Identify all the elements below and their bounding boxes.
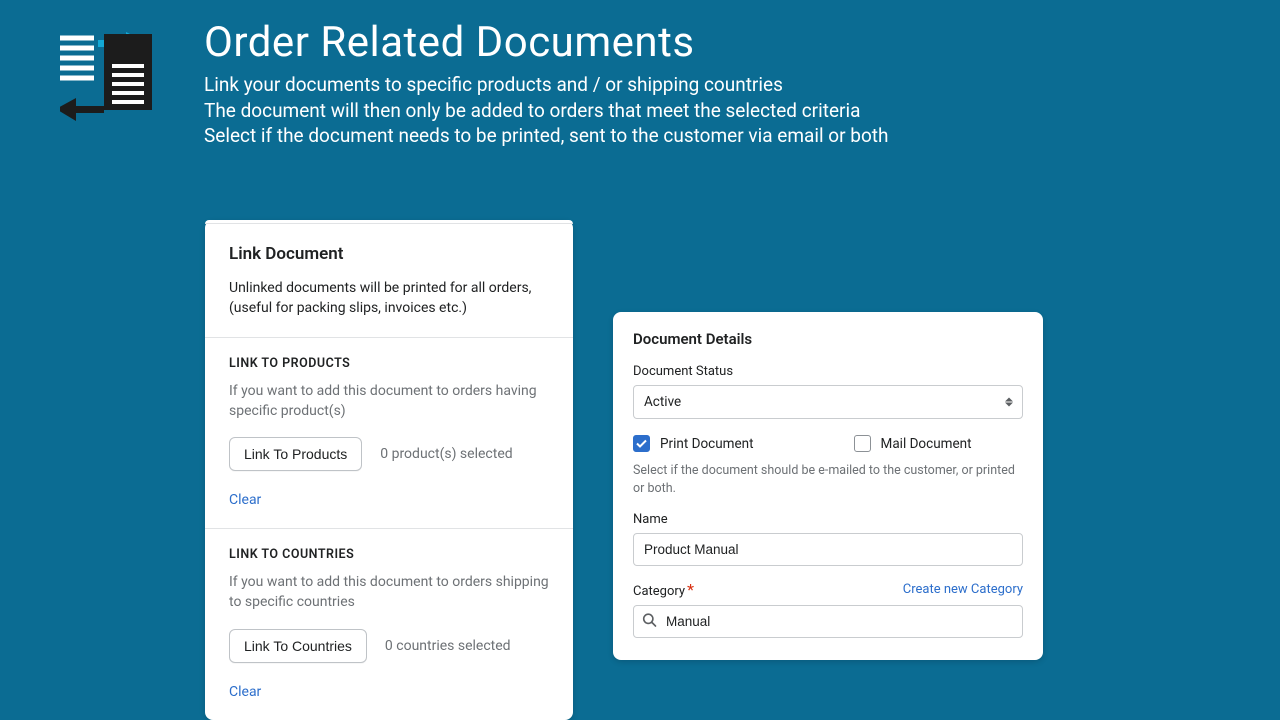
link-products-desc: If you want to add this document to orde… <box>229 381 549 422</box>
link-document-intro: Unlinked documents will be printed for a… <box>229 278 549 319</box>
status-label: Document Status <box>633 364 1023 379</box>
search-icon <box>642 612 657 631</box>
link-document-card: Link Document Unlinked documents will be… <box>205 220 573 720</box>
app-logo-icon <box>60 20 154 125</box>
required-indicator: * <box>687 580 694 599</box>
link-products-heading: LINK TO PRODUCTS <box>229 356 549 371</box>
document-details-title: Document Details <box>633 330 1023 348</box>
page-subtitle-2: The document will then only be added to … <box>204 98 888 124</box>
select-caret-icon <box>1005 398 1013 407</box>
print-document-label: Print Document <box>660 436 754 452</box>
mail-document-label: Mail Document <box>881 436 972 452</box>
link-to-countries-button[interactable]: Link To Countries <box>229 629 367 663</box>
create-category-link[interactable]: Create new Category <box>903 582 1023 597</box>
countries-selected-count: 0 countries selected <box>385 638 511 654</box>
page-subtitle-1: Link your documents to specific products… <box>204 72 888 98</box>
delivery-hint: Select if the document should be e-maile… <box>633 462 1023 498</box>
name-input[interactable] <box>633 533 1023 566</box>
page-subtitle-3: Select if the document needs to be print… <box>204 123 888 149</box>
print-document-checkbox[interactable] <box>633 435 650 452</box>
status-select[interactable]: Active <box>633 385 1023 419</box>
clear-products-link[interactable]: Clear <box>229 492 261 508</box>
status-value: Active <box>644 394 681 410</box>
document-details-card: Document Details Document Status Active … <box>613 312 1043 660</box>
name-label: Name <box>633 512 1023 527</box>
page-title: Order Related Documents <box>204 20 888 66</box>
link-to-countries-section: LINK TO COUNTRIES If you want to add thi… <box>205 528 573 720</box>
link-countries-heading: LINK TO COUNTRIES <box>229 547 549 562</box>
category-label: Category <box>633 584 685 599</box>
clear-countries-link[interactable]: Clear <box>229 684 261 700</box>
mail-document-checkbox[interactable] <box>854 435 871 452</box>
link-to-products-section: LINK TO PRODUCTS If you want to add this… <box>205 338 573 529</box>
category-search-input[interactable] <box>633 605 1023 638</box>
link-document-title: Link Document <box>229 244 549 264</box>
products-selected-count: 0 product(s) selected <box>380 446 512 462</box>
link-countries-desc: If you want to add this document to orde… <box>229 572 549 613</box>
link-to-products-button[interactable]: Link To Products <box>229 437 362 471</box>
